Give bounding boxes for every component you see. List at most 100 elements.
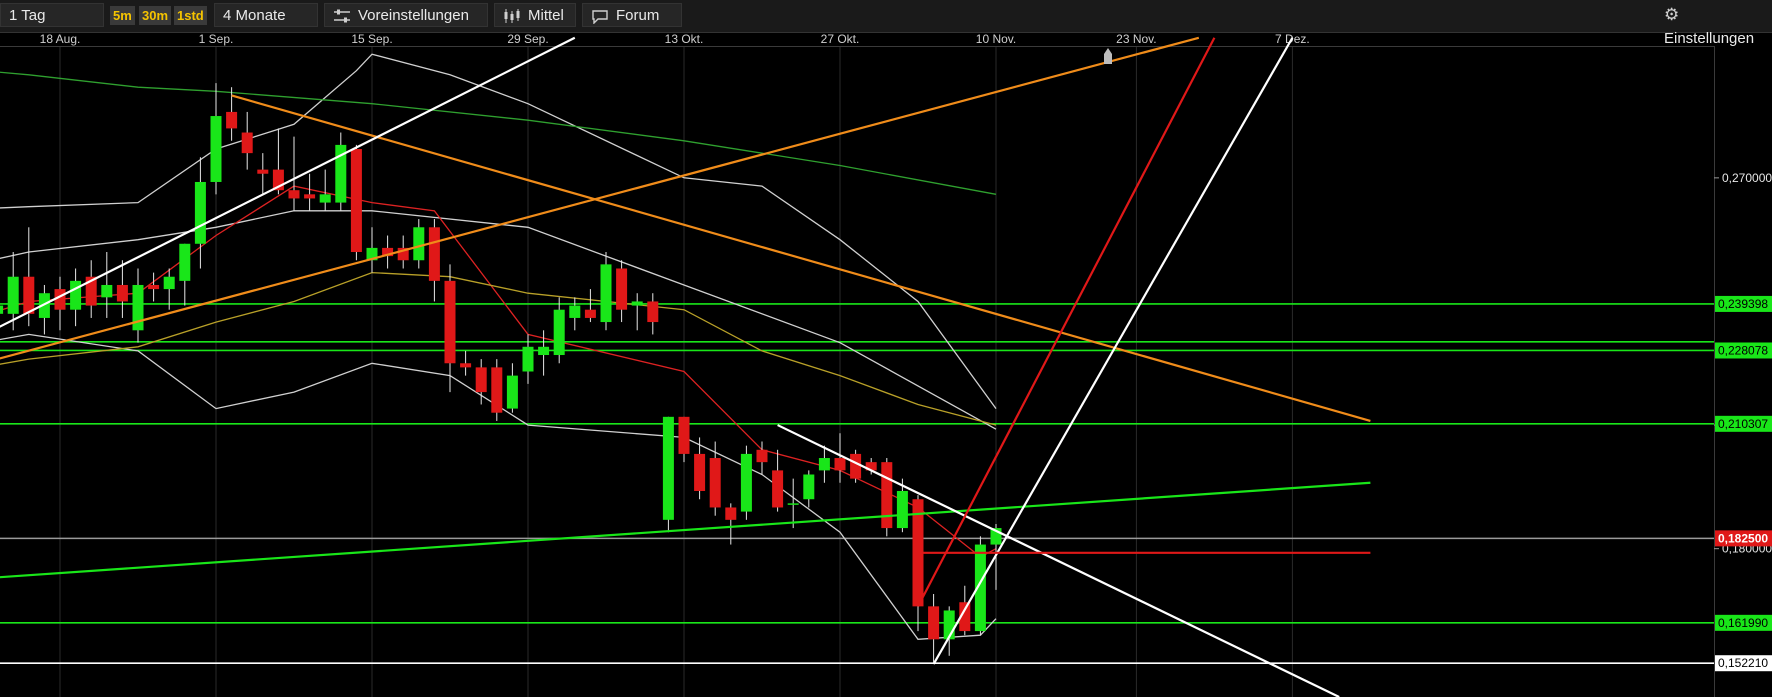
candle-body (319, 194, 331, 203)
candle-body (101, 284, 113, 298)
candle-body (616, 268, 628, 310)
candle-body (70, 280, 82, 310)
x-tick-label: 13 Okt. (665, 32, 704, 46)
period-select[interactable]: 1 Tag (0, 3, 104, 27)
candle-body (662, 416, 674, 520)
candle-body (460, 363, 472, 368)
period-label: 1 Tag (9, 7, 46, 24)
trend-line (0, 481, 1371, 579)
candle-body (148, 284, 160, 290)
candlestick-icon (504, 9, 520, 24)
candle-body (428, 227, 440, 281)
candle-body (444, 280, 456, 364)
candle-body (928, 606, 940, 640)
candle-body (631, 301, 643, 306)
price-labels: 0,239398 0,228078 0,210307 0,182500 0,161990… (1715, 295, 1772, 672)
marker-icon (1104, 48, 1112, 64)
x-tick-label: 18 Aug. (40, 32, 81, 46)
candle-body (694, 453, 706, 491)
chart-toolbar: 1 Tag 5m 30m 1std 4 Monate Voreinstellun… (0, 0, 1772, 47)
range-label: 4 Monate (223, 7, 286, 24)
range-select[interactable]: 4 Monate (214, 3, 318, 27)
candle-body (506, 375, 518, 409)
candle-body (850, 453, 862, 479)
candle-body (491, 367, 503, 413)
candle-body (772, 470, 784, 508)
x-tick-label: 15 Sep. (351, 32, 392, 46)
price-label: 0,152210 (1718, 656, 1768, 670)
candle-body (241, 132, 253, 154)
candle-body (194, 181, 206, 244)
candle-body (709, 458, 721, 508)
price-label: 0,210307 (1718, 417, 1768, 431)
indicator-line (0, 71, 997, 195)
candle-body (834, 458, 846, 471)
candle-body (23, 276, 35, 314)
settings-button[interactable]: ⚙Einstellungen (1656, 3, 1772, 47)
candle-body (896, 490, 908, 529)
y-axis: 0,2700000,2100000,180000 (1714, 46, 1772, 697)
candle-body (116, 284, 128, 302)
price-label: 0,182500 (1718, 531, 1768, 545)
x-tick-label: 10 Nov. (976, 32, 1016, 46)
forum-button[interactable]: Forum (582, 3, 682, 27)
candle-body (725, 507, 737, 520)
candle-body (413, 227, 425, 261)
candles (0, 83, 1002, 665)
trend-line (777, 424, 1340, 697)
candle-body (678, 416, 690, 454)
candle-body (522, 346, 534, 372)
candle-body (257, 169, 269, 174)
x-tick-label: 1 Sep. (199, 32, 234, 46)
x-axis: 18 Aug. 1 Sep. 15 Sep. 29 Sep. 13 Okt. 27 Okt… (40, 32, 1310, 46)
candle-body (163, 276, 175, 290)
forum-label: Forum (616, 7, 660, 24)
candle-body (818, 458, 830, 471)
candle-body (7, 276, 19, 314)
candle-body (475, 367, 487, 393)
presets-button[interactable]: Voreinstellungen (324, 3, 488, 27)
candle-body (803, 474, 815, 500)
horizontal-levels (0, 303, 1714, 665)
candle-body (304, 194, 316, 199)
interval-1std-button[interactable]: 1std (174, 6, 207, 25)
candle-body (226, 111, 238, 129)
sliders-icon (334, 9, 350, 23)
candle-body (210, 116, 222, 182)
trend-line (917, 37, 1216, 607)
speech-bubble-icon (592, 9, 608, 24)
price-label: 0,228078 (1718, 343, 1768, 357)
candle-body (756, 449, 768, 463)
x-tick-label: 27 Okt. (821, 32, 860, 46)
candle-body (288, 190, 300, 199)
price-label: 0,239398 (1718, 297, 1768, 311)
candle-body (584, 309, 596, 318)
candle-body (600, 264, 612, 323)
candle-body (538, 346, 550, 356)
x-tick-label: 29 Sep. (507, 32, 548, 46)
trend-line (0, 36, 1200, 360)
grid (0, 46, 1714, 697)
y-tick-label: 0,270000 (1722, 171, 1772, 185)
interval-5m-button[interactable]: 5m (110, 6, 135, 25)
trend-lines (0, 36, 1371, 697)
candle-body (350, 149, 362, 253)
indicator-button[interactable]: Mittel (494, 3, 576, 27)
indicator-line (0, 53, 997, 409)
candle-body (179, 243, 191, 281)
candle-body (881, 462, 893, 529)
candle-body (569, 305, 581, 318)
candle-body (647, 301, 659, 323)
candle-body (0, 305, 4, 314)
price-chart[interactable]: 18 Aug. 1 Sep. 15 Sep. 29 Sep. 13 Okt. 27 Okt… (0, 32, 1772, 697)
candle-body (553, 309, 565, 356)
candle-body (787, 503, 799, 505)
trend-line (0, 36, 576, 328)
candle-body (740, 453, 752, 512)
interval-30m-button[interactable]: 30m (139, 6, 172, 25)
x-tick-label: 23 Nov. (1116, 32, 1156, 46)
indicator-lines (0, 53, 997, 640)
presets-label: Voreinstellungen (358, 7, 469, 24)
gear-icon: ⚙ (1664, 5, 1680, 25)
price-label: 0,161990 (1718, 616, 1768, 630)
